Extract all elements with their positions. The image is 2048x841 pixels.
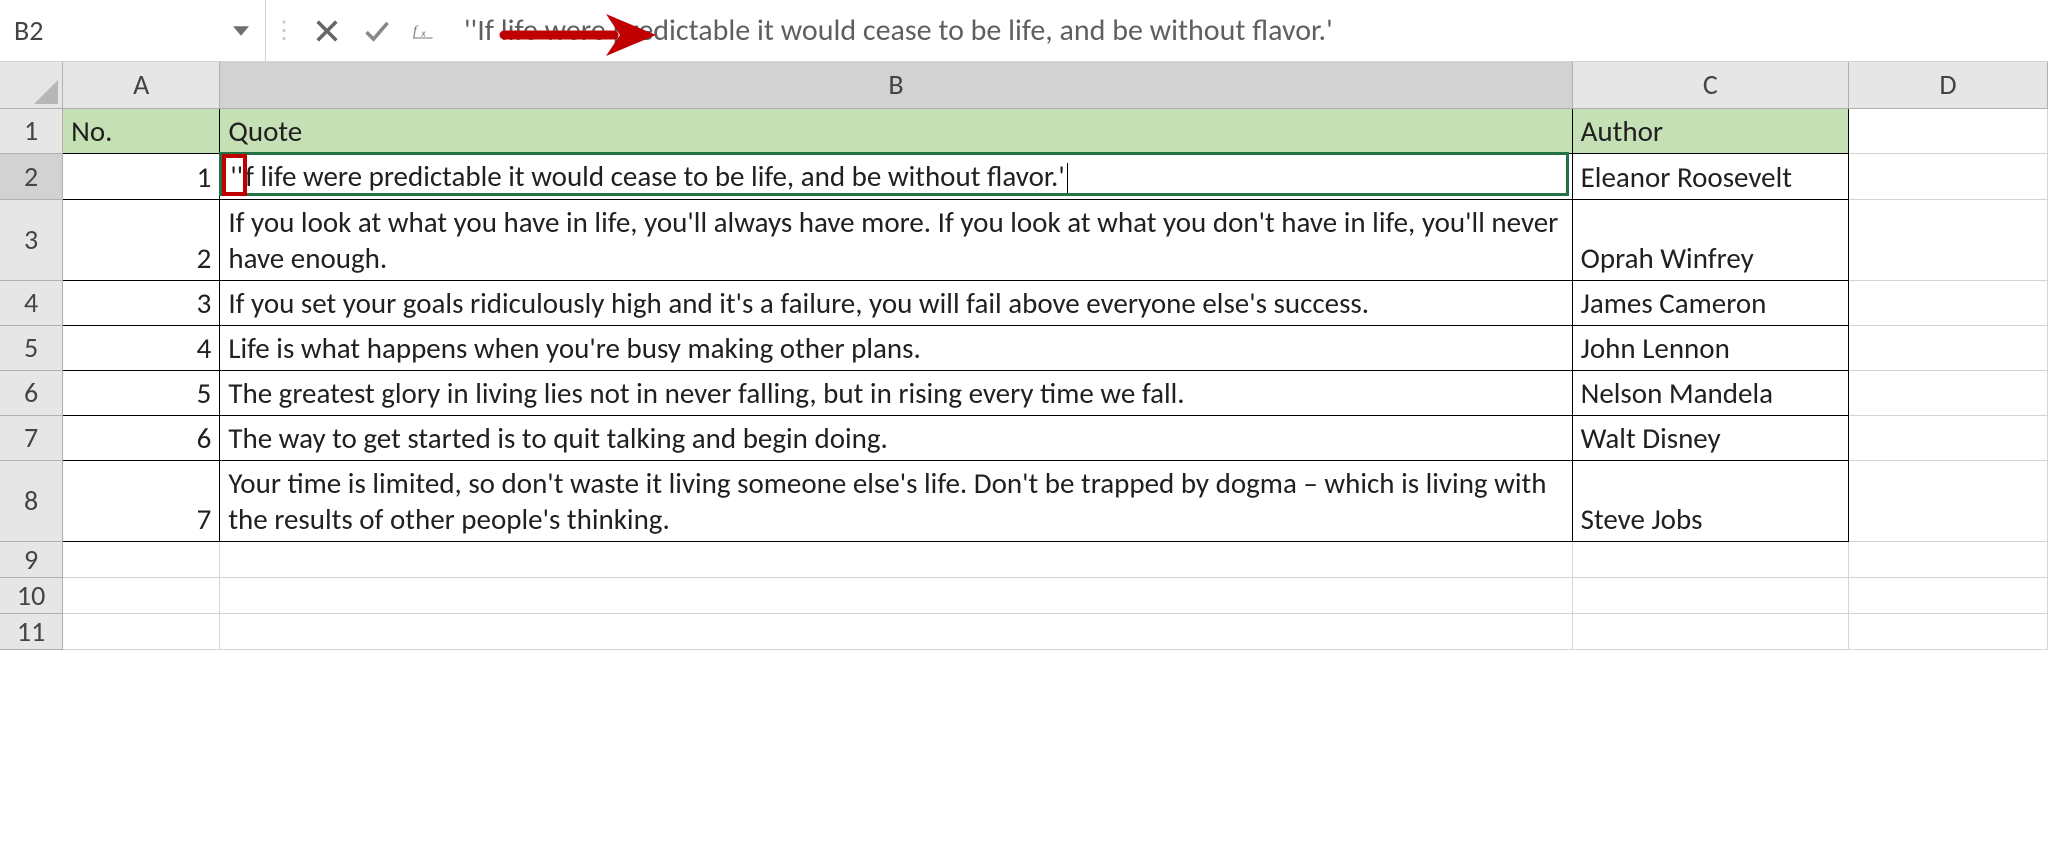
cell-C6[interactable]: Nelson Mandela	[1572, 370, 1848, 415]
cell-B6[interactable]: The greatest glory in living lies not in…	[220, 370, 1572, 415]
cell-C2[interactable]: Eleanor Roosevelt	[1572, 153, 1848, 199]
col-header-B[interactable]: B	[220, 62, 1572, 108]
cell-A1[interactable]: No.	[63, 108, 220, 153]
cell-B1[interactable]: Quote	[220, 108, 1572, 153]
cell-D7[interactable]	[1849, 415, 2048, 460]
cell-B7[interactable]: The way to get started is to quit talkin…	[220, 415, 1572, 460]
cell-A7[interactable]: 6	[63, 415, 220, 460]
spreadsheet-grid[interactable]: A B C D 1 No. Quote Author 2 1 ''f life …	[0, 62, 2048, 650]
name-box[interactable]: B2	[0, 0, 266, 61]
cell-C5[interactable]: John Lennon	[1572, 325, 1848, 370]
text-caret-icon	[1067, 163, 1068, 195]
col-header-C[interactable]: C	[1572, 62, 1848, 108]
row-header-5[interactable]: 5	[0, 325, 63, 370]
cell-B2[interactable]: ''f life were predictable it would cease…	[220, 153, 1572, 199]
row-header-8[interactable]: 8	[0, 460, 63, 541]
cell-A10[interactable]	[63, 577, 220, 613]
cell-C4[interactable]: James Cameron	[1572, 280, 1848, 325]
col-header-D[interactable]: D	[1849, 62, 2048, 108]
select-all-corner[interactable]	[0, 62, 63, 108]
cell-C9[interactable]	[1572, 541, 1848, 577]
cell-B9[interactable]	[220, 541, 1572, 577]
row-header-9[interactable]: 9	[0, 541, 63, 577]
name-box-value: B2	[14, 13, 223, 48]
cancel-button[interactable]	[302, 0, 352, 61]
cell-B10[interactable]	[220, 577, 1572, 613]
cell-D11[interactable]	[1849, 613, 2048, 649]
cell-D9[interactable]	[1849, 541, 2048, 577]
fx-button[interactable]: fx	[402, 0, 452, 61]
formula-bar: B2 ⋮ fx ''If life were predictable it wo…	[0, 0, 2048, 62]
cell-D4[interactable]	[1849, 280, 2048, 325]
cell-D2[interactable]	[1849, 153, 2048, 199]
cell-B8[interactable]: Your time is limited, so don't waste it …	[220, 460, 1572, 541]
row-header-7[interactable]: 7	[0, 415, 63, 460]
col-header-A[interactable]: A	[63, 62, 220, 108]
cell-D8[interactable]	[1849, 460, 2048, 541]
cell-text: f life were predictable it would cease t…	[245, 158, 1065, 194]
cell-A9[interactable]	[63, 541, 220, 577]
row-header-11[interactable]: 11	[0, 613, 63, 649]
cell-D5[interactable]	[1849, 325, 2048, 370]
cell-A2[interactable]: 1	[63, 153, 220, 199]
row-header-4[interactable]: 4	[0, 280, 63, 325]
cell-B3[interactable]: If you look at what you have in life, yo…	[220, 199, 1572, 280]
chevron-down-icon[interactable]	[223, 13, 259, 49]
cell-A6[interactable]: 5	[63, 370, 220, 415]
row-header-1[interactable]: 1	[0, 108, 63, 153]
cell-A11[interactable]	[63, 613, 220, 649]
cell-A3[interactable]: 2	[63, 199, 220, 280]
svg-text:f: f	[413, 24, 419, 39]
cell-A8[interactable]: 7	[63, 460, 220, 541]
row-header-10[interactable]: 10	[0, 577, 63, 613]
cell-D3[interactable]	[1849, 199, 2048, 280]
cell-D6[interactable]	[1849, 370, 2048, 415]
row-header-3[interactable]: 3	[0, 199, 63, 280]
cell-A4[interactable]: 3	[63, 280, 220, 325]
cell-B11[interactable]	[220, 613, 1572, 649]
cell-C8[interactable]: Steve Jobs	[1572, 460, 1848, 541]
cell-D1[interactable]	[1849, 108, 2048, 153]
row-header-2[interactable]: 2	[0, 153, 63, 199]
cell-A5[interactable]: 4	[63, 325, 220, 370]
cell-C10[interactable]	[1572, 577, 1848, 613]
row-header-6[interactable]: 6	[0, 370, 63, 415]
cell-C1[interactable]: Author	[1572, 108, 1848, 153]
cell-B5[interactable]: Life is what happens when you're busy ma…	[220, 325, 1572, 370]
cell-B4[interactable]: If you set your goals ridiculously high …	[220, 280, 1572, 325]
cell-C11[interactable]	[1572, 613, 1848, 649]
enter-button[interactable]	[352, 0, 402, 61]
formula-input[interactable]: ''If life were predictable it would ceas…	[452, 12, 2048, 49]
cell-C7[interactable]: Walt Disney	[1572, 415, 1848, 460]
drag-handle-icon: ⋮	[266, 16, 302, 45]
quote-lead-char: ''	[228, 158, 245, 194]
cell-C3[interactable]: Oprah Winfrey	[1572, 199, 1848, 280]
cell-D10[interactable]	[1849, 577, 2048, 613]
